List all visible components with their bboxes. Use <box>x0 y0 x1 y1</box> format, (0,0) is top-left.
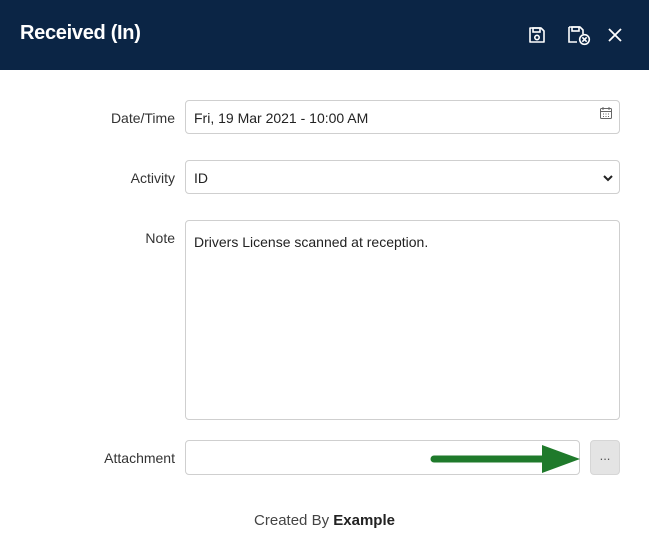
note-label: Note <box>145 230 175 246</box>
chevron-down-icon <box>603 175 613 182</box>
save-close-button[interactable] <box>566 24 592 46</box>
attachment-label: Attachment <box>104 450 175 466</box>
datetime-label: Date/Time <box>110 110 175 126</box>
datetime-input[interactable]: Fri, 19 Mar 2021 - 10:00 AM <box>185 100 620 134</box>
created-by-value: Example <box>333 512 395 529</box>
activity-value: ID <box>194 170 208 186</box>
dialog-title: Received (In) <box>20 22 141 44</box>
activity-label: Activity <box>130 170 175 186</box>
save-icon <box>529 27 545 43</box>
created-by: Created By Example <box>0 512 649 529</box>
datetime-value: Fri, 19 Mar 2021 - 10:00 AM <box>194 110 369 126</box>
activity-select[interactable]: ID <box>185 160 620 194</box>
close-button[interactable] <box>604 24 626 46</box>
save-close-icon <box>568 26 591 46</box>
created-by-label: Created By <box>254 512 334 529</box>
note-textarea[interactable]: Drivers License scanned at reception. <box>185 220 620 420</box>
green-arrow-icon <box>430 445 580 473</box>
note-value: Drivers License scanned at reception. <box>194 234 429 250</box>
close-icon <box>608 28 622 42</box>
dialog-header: Received (In) <box>0 0 649 70</box>
calendar-icon[interactable] <box>599 106 613 120</box>
save-button[interactable] <box>526 24 548 46</box>
browse-button[interactable]: ... <box>590 440 620 475</box>
